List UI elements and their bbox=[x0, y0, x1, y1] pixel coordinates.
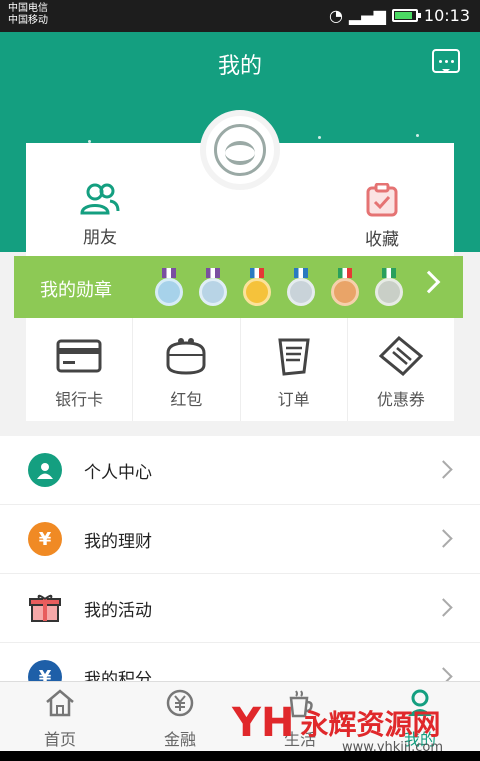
tab-home[interactable]: 首页 bbox=[0, 682, 120, 751]
order-label: 订单 bbox=[277, 390, 310, 409]
order-icon bbox=[241, 336, 347, 376]
bank-card-label: 银行卡 bbox=[55, 390, 104, 409]
friends-label: 朋友 bbox=[83, 228, 117, 248]
carrier-1: 中国电信 bbox=[8, 3, 48, 14]
medal-icon bbox=[240, 268, 274, 308]
favorites-button[interactable]: 收藏 bbox=[352, 182, 412, 250]
tab-finance[interactable]: 金融 bbox=[120, 682, 240, 751]
coupon-button[interactable]: 优惠券 bbox=[346, 318, 454, 421]
coupon-icon bbox=[348, 336, 454, 376]
system-nav-bar bbox=[0, 751, 480, 761]
carrier-info: 中国电信 中国移动 bbox=[8, 3, 48, 27]
favorites-icon bbox=[366, 182, 398, 217]
order-button[interactable]: 订单 bbox=[239, 318, 347, 421]
message-icon bbox=[438, 59, 442, 63]
red-packet-label: 红包 bbox=[170, 390, 203, 409]
watermark: YH 永辉资源网 www.yhkjjj.com bbox=[232, 700, 443, 755]
chevron-right-icon bbox=[434, 598, 453, 617]
message-button[interactable] bbox=[432, 49, 460, 73]
medal-bar[interactable]: 我的勋章 bbox=[14, 256, 463, 318]
gift-icon bbox=[28, 591, 62, 625]
red-packet-icon bbox=[133, 336, 239, 376]
status-icons: ◔ ▂▄▆ 10:13 bbox=[329, 6, 470, 25]
medal-icon bbox=[328, 268, 362, 308]
favorites-label: 收藏 bbox=[365, 230, 399, 250]
wifi-icon: ◔ bbox=[329, 6, 343, 25]
status-bar: 中国电信 中国移动 ◔ ▂▄▆ 10:13 bbox=[0, 0, 480, 32]
signal-icon: ▂▄▆ bbox=[348, 6, 386, 25]
menu-item-activities[interactable]: 我的活动 bbox=[0, 574, 480, 643]
coupon-label: 优惠券 bbox=[376, 390, 425, 409]
menu-item-label: 我的理财 bbox=[84, 531, 152, 552]
finance-icon: ¥ bbox=[28, 522, 62, 556]
menu-item-finance[interactable]: ¥ 我的理财 bbox=[0, 505, 480, 574]
yuan-icon bbox=[166, 689, 194, 717]
watermark-text: 永辉资源网 bbox=[300, 708, 441, 741]
page-title: 我的 bbox=[217, 54, 262, 79]
carrier-2: 中国移动 bbox=[8, 15, 48, 26]
friends-button[interactable]: 朋友 bbox=[70, 183, 130, 248]
chevron-right-icon bbox=[434, 529, 453, 548]
battery-icon bbox=[391, 9, 421, 22]
medal-icon bbox=[152, 268, 186, 308]
menu-item-label: 我的活动 bbox=[84, 600, 152, 621]
menu-item-label: 个人中心 bbox=[84, 462, 152, 483]
home-icon bbox=[46, 689, 74, 717]
bank-card-button[interactable]: 银行卡 bbox=[26, 318, 132, 421]
medal-icon bbox=[284, 268, 318, 308]
medal-label: 我的勋章 bbox=[40, 280, 112, 301]
red-packet-button[interactable]: 红包 bbox=[132, 318, 239, 421]
watermark-logo: YH bbox=[232, 700, 295, 746]
medal-icon bbox=[196, 268, 230, 308]
menu-list: 个人中心 ¥ 我的理财 我的活动 ¥ 我的积分 bbox=[0, 436, 480, 712]
chevron-right-icon bbox=[417, 270, 441, 294]
menu-item-personal-center[interactable]: 个人中心 bbox=[0, 436, 480, 505]
logo-icon bbox=[214, 124, 266, 176]
medal-icon bbox=[372, 268, 406, 308]
quick-actions: 银行卡 红包 订单 优惠券 bbox=[26, 318, 454, 421]
medal-list bbox=[152, 268, 406, 308]
tab-label: 首页 bbox=[43, 730, 76, 749]
chevron-right-icon bbox=[434, 460, 453, 479]
clock: 10:13 bbox=[423, 6, 470, 25]
personal-center-icon bbox=[28, 453, 62, 487]
bank-card-icon bbox=[26, 336, 132, 376]
avatar[interactable] bbox=[200, 110, 280, 190]
tab-label: 金融 bbox=[163, 730, 196, 749]
friends-icon bbox=[80, 183, 120, 215]
